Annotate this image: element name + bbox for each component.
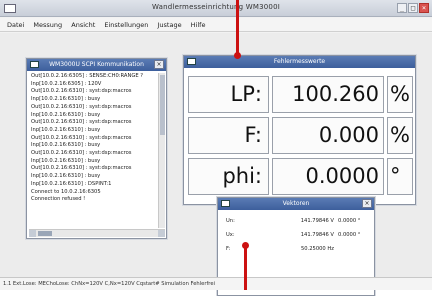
vector-name: Un: <box>226 218 235 224</box>
vektoren-title: Vektoren <box>282 200 310 207</box>
vector-value: 50.25000 Hz <box>300 246 334 252</box>
close-icon[interactable]: × <box>362 199 372 208</box>
vector-value: 141.79846 V <box>300 218 334 224</box>
log-line: Out[10.0.2.16:6310] : syst:dsp:macros <box>31 103 132 110</box>
horizontal-scrollbar[interactable] <box>29 229 165 237</box>
scpi-title: WM3000U SCPI Kommunikation <box>49 61 144 68</box>
log-line: Inp[10.0.2.16:6310] : DSPINT:1 <box>31 180 112 187</box>
measurement-label: F: <box>188 117 269 154</box>
menu-hilfe[interactable]: Hilfe <box>191 21 206 29</box>
measurement-label: LP: <box>188 76 269 113</box>
fehler-title-bar[interactable]: Fehlermesswerte <box>184 56 415 68</box>
log-line: Connection refused ! <box>31 196 86 203</box>
log-line: Inp[10.0.2.16:6310] : busy <box>31 157 101 164</box>
scroll-right-arrow-icon[interactable] <box>158 230 165 237</box>
menu-messung[interactable]: Messung <box>33 21 62 29</box>
measurement-label: phi: <box>188 158 269 195</box>
vector-row-ux: Ux: 141.79846 V 0.0000 ° <box>226 229 368 241</box>
vector-row-un: Un: 141.79846 V 0.0000 ° <box>226 215 368 227</box>
menu-datei[interactable]: Datei <box>7 21 24 29</box>
log-line: Inp[10.0.2.16:6310] : busy <box>31 126 101 133</box>
fehler-title: Fehlermesswerte <box>273 58 326 65</box>
close-button[interactable]: × <box>419 3 429 13</box>
window-icon <box>221 200 230 207</box>
status-bar: 1.1 Ext.Lose: MEChoLose: ChNx=120V C,Nx=… <box>0 277 432 290</box>
log-line: Inp[10.0.2.16:6310] : busy <box>31 96 101 103</box>
measurement-unit: % <box>387 76 413 113</box>
window-icon <box>30 61 39 68</box>
vector-phase: 0.0000 ° <box>338 218 361 224</box>
window-controls: _ □ × <box>397 3 429 13</box>
maximize-button[interactable]: □ <box>408 3 418 13</box>
vektoren-title-bar[interactable]: Vektoren × <box>218 198 374 210</box>
annotation-dot-bottom <box>242 242 249 249</box>
scroll-thumb[interactable] <box>160 75 165 135</box>
measurement-row-lp: LP: 100.260 % <box>188 76 413 113</box>
vertical-scrollbar[interactable] <box>158 73 165 228</box>
measurement-unit: ° <box>387 158 413 195</box>
window-icon <box>187 58 196 65</box>
scpi-window: WM3000U SCPI Kommunikation × Out[10.0.2.… <box>26 58 167 239</box>
annotation-line-top <box>236 0 239 55</box>
log-line: Out[10.0.2.16:6310] : syst:dsp:macros <box>31 165 132 172</box>
menu-justage[interactable]: Justage <box>157 21 181 29</box>
measurement-row-f: F: 0.000 % <box>188 117 413 154</box>
vector-name: F: <box>226 246 231 252</box>
minimize-button[interactable]: _ <box>397 3 407 13</box>
scroll-thumb[interactable] <box>38 231 52 236</box>
window-title: Wandlermesseinrichtung WM3000I <box>152 3 280 11</box>
measurement-value: 0.000 <box>272 117 384 154</box>
measurement-value: 0.0000 <box>272 158 384 195</box>
annotation-dot-top <box>234 52 241 59</box>
log-line: Inp[10.0.2.16:6310] : busy <box>31 173 101 180</box>
log-line: Inp[10.0.2.16:6305] : 120V <box>31 80 102 87</box>
measurement-value: 100.260 <box>272 76 384 113</box>
scpi-title-bar[interactable]: WM3000U SCPI Kommunikation × <box>27 59 166 71</box>
close-icon[interactable]: × <box>154 60 164 69</box>
measurement-row-phi: phi: 0.0000 ° <box>188 158 413 195</box>
log-line: Out[10.0.2.16:6310] : syst:dsp:macros <box>31 134 132 141</box>
log-line: Connect to 10.0.2.16:6305 <box>31 188 101 195</box>
fehlermesswerte-window: Fehlermesswerte LP: 100.260 % F: 0.000 %… <box>183 55 416 205</box>
log-line: Out[10.0.2.16:6310] : syst:dsp:macros <box>31 119 132 126</box>
log-line: Out[10.0.2.16:6305] : SENSE:CH0:RANGE ? <box>31 73 144 79</box>
scpi-log: Out[10.0.2.16:6305] : SENSE:CH0:RANGE ? … <box>29 73 157 228</box>
workspace: WM3000U SCPI Kommunikation × Out[10.0.2.… <box>0 33 432 296</box>
log-line: Inp[10.0.2.16:6310] : busy <box>31 142 101 149</box>
vector-name: Ux: <box>226 232 235 238</box>
title-bar: Wandlermesseinrichtung WM3000I _ □ × <box>0 0 432 17</box>
scroll-left-arrow-icon[interactable] <box>29 230 36 237</box>
measurement-unit: % <box>387 117 413 154</box>
vector-value: 141.79846 V <box>300 232 334 238</box>
log-line: Out[10.0.2.16:6310] : syst:dsp:macros <box>31 150 132 157</box>
log-line: Inp[10.0.2.16:6310] : busy <box>31 111 101 118</box>
menu-ansicht[interactable]: Ansicht <box>71 21 95 29</box>
vector-phase: 0.0000 ° <box>338 232 361 238</box>
annotation-line-bottom <box>244 244 247 290</box>
log-line: Out[10.0.2.16:6310] : syst:dsp:macros <box>31 88 132 95</box>
menu-bar: Datei Messung Ansicht Einstellungen Just… <box>0 18 432 32</box>
main-window: Wandlermesseinrichtung WM3000I _ □ × Dat… <box>0 0 432 296</box>
menu-einstellungen[interactable]: Einstellungen <box>104 21 148 29</box>
